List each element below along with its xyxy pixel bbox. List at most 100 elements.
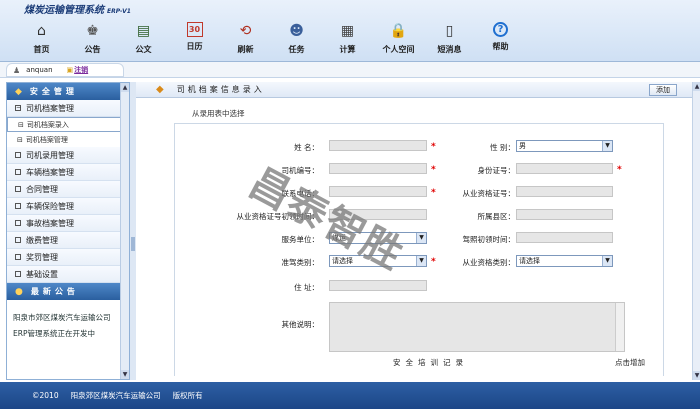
sidebar-scrollbar[interactable]: ▲ ▼ bbox=[120, 83, 129, 379]
scroll-up-icon[interactable]: ▲ bbox=[693, 82, 700, 91]
add-training-link[interactable]: 点击增加 bbox=[615, 357, 645, 368]
toolbar-phone-button[interactable]: ▯ 短消息 bbox=[424, 22, 475, 58]
user-tab: ♟ anquan ▣ 注销 bbox=[6, 63, 124, 77]
address-label: 住 址： bbox=[294, 283, 319, 292]
driver-form: 姓 名： * 性 别： 男 ▼ 司机编号： * 身份证号： * 联系电话： * 从… bbox=[174, 123, 664, 376]
sidebar-subitem-driver-manage[interactable]: ⊟ 司机档案管理 bbox=[7, 132, 129, 147]
license-first-label: 驾照初领时间： bbox=[462, 235, 516, 244]
expand-icon bbox=[15, 254, 21, 260]
name-input[interactable] bbox=[329, 140, 427, 151]
cert-first-input[interactable] bbox=[329, 209, 427, 220]
user-bar: ♟ anquan ▣ 注销 bbox=[0, 62, 700, 78]
address-input[interactable] bbox=[329, 280, 427, 291]
announcement-icon: ♚ bbox=[86, 23, 99, 39]
bell-icon: ● bbox=[15, 286, 23, 297]
scroll-down-icon[interactable]: ▼ bbox=[121, 370, 129, 379]
driver-no-label: 司机编号： bbox=[281, 166, 320, 175]
required-mark: * bbox=[431, 165, 436, 175]
toolbar-calculator-button[interactable]: ▦ 计算 bbox=[322, 22, 373, 58]
refresh-icon: ⟲ bbox=[239, 23, 252, 39]
toolbar-home-button[interactable]: ⌂ 首页 bbox=[16, 22, 67, 58]
sidebar-subitem-driver-entry[interactable]: ⊟ 司机档案录入 bbox=[7, 117, 129, 132]
cert-no-label: 从业资格证号： bbox=[462, 189, 516, 198]
toolbar-label: 计算 bbox=[339, 45, 356, 54]
toolbar-label: 帮助 bbox=[492, 42, 509, 51]
sidebar-item-accident[interactable]: 事故档案管理 bbox=[7, 215, 129, 232]
required-mark: * bbox=[431, 188, 436, 198]
license-type-select[interactable]: 请选择 ▼ bbox=[329, 255, 427, 267]
sidebar-item-contract[interactable]: 合同管理 bbox=[7, 181, 129, 198]
sidebar-item-settings[interactable]: 基础设置 bbox=[7, 266, 129, 283]
required-mark: * bbox=[431, 257, 436, 267]
cert-no-input[interactable] bbox=[516, 186, 613, 197]
calculator-icon: ▦ bbox=[340, 23, 355, 39]
id-no-input[interactable] bbox=[516, 163, 613, 174]
gender-select[interactable]: 男 ▼ bbox=[516, 140, 613, 152]
county-input[interactable] bbox=[516, 209, 613, 220]
toolbar-label: 刷新 bbox=[237, 45, 254, 54]
home-icon: ⌂ bbox=[37, 23, 46, 39]
page-title: 司机档案信息录入 bbox=[176, 85, 265, 94]
expand-icon bbox=[15, 152, 21, 158]
toolbar-lock-button[interactable]: 🔒 个人空间 bbox=[373, 22, 424, 58]
document-icon: ▤ bbox=[136, 23, 151, 39]
collapse-icon: − bbox=[15, 104, 22, 111]
required-mark: * bbox=[431, 142, 436, 152]
toolbar-announcement-button[interactable]: ♚ 公告 bbox=[67, 22, 118, 58]
user-name: anquan bbox=[26, 66, 53, 74]
expand-icon bbox=[15, 271, 21, 277]
chevron-down-icon: ▼ bbox=[602, 141, 612, 151]
sidebar-item-driver-hire[interactable]: 司机录用管理 bbox=[7, 147, 129, 164]
cert-type-select[interactable]: 请选择 ▼ bbox=[516, 255, 613, 267]
sidebar-item-vehicle-archive[interactable]: 车辆档案管理 bbox=[7, 164, 129, 181]
toolbar-task-button[interactable]: ☻ 任务 bbox=[271, 22, 322, 58]
phone-input[interactable] bbox=[329, 186, 427, 197]
license-first-input[interactable] bbox=[516, 232, 613, 243]
unit-label: 服务单位： bbox=[281, 235, 320, 244]
toolbar-label: 个人空间 bbox=[382, 45, 415, 54]
main-header: ◆ 司机档案信息录入 添加 bbox=[136, 82, 693, 98]
toolbar-label: 公告 bbox=[84, 45, 101, 54]
main-toolbar: ⌂ 首页 ♚ 公告 ▤ 公文 30 日历 ⟲ 刷新 ☻ 任务 ▦ 计算 🔒 个人空间 ▯ 短消息? 帮助 bbox=[16, 22, 526, 58]
main-panel: ◆ 司机档案信息录入 添加 从录用表中选择 姓 名： * 性 别： 男 ▼ 司机编… bbox=[136, 82, 700, 380]
main-scrollbar[interactable]: ▲ ▼ bbox=[692, 82, 700, 380]
logout-link[interactable]: 注销 bbox=[74, 65, 88, 75]
footer-copyright: ©2010 bbox=[32, 391, 59, 400]
unit-select[interactable]: 煤运 ▼ bbox=[329, 232, 427, 244]
folder-icon: ◆ bbox=[156, 84, 167, 95]
chevron-down-icon: ▼ bbox=[416, 233, 426, 243]
task-icon: ☻ bbox=[289, 23, 304, 39]
textarea-scrollbar[interactable] bbox=[615, 303, 624, 351]
toolbar-refresh-button[interactable]: ⟲ 刷新 bbox=[220, 22, 271, 58]
sidebar-item-reward[interactable]: 奖罚管理 bbox=[7, 249, 129, 266]
sidebar-header-safety: ◆ 安全管理 bbox=[7, 83, 129, 100]
expand-icon bbox=[15, 237, 21, 243]
notice-text: 阳泉市郊区煤炭汽车运输公司ERP管理系统正在开发中 bbox=[13, 313, 111, 338]
remarks-textarea[interactable] bbox=[329, 302, 625, 352]
phone-icon: ▯ bbox=[445, 23, 454, 39]
sidebar-item-vehicle-insurance[interactable]: 车辆保险管理 bbox=[7, 198, 129, 215]
add-button[interactable]: 添加 bbox=[649, 84, 677, 96]
app-header: 煤炭运输管理系统 ERP-V1 ⌂ 首页 ♚ 公告 ▤ 公文 30 日历 ⟲ 刷新 ☻ 任务 ▦ 计算 🔒 个人… bbox=[0, 0, 700, 62]
footer: ©2010 阳泉郊区煤炭汽车运输公司 版权所有 bbox=[0, 382, 700, 409]
sidebar-header-notice: ● 最新公告 bbox=[7, 283, 129, 300]
select-from-hire-link[interactable]: 从录用表中选择 bbox=[192, 108, 245, 119]
toolbar-document-button[interactable]: ▤ 公文 bbox=[118, 22, 169, 58]
lock-icon: 🔒 bbox=[389, 23, 408, 39]
driver-no-input[interactable] bbox=[329, 163, 427, 174]
training-section-title: 安全培训记录 bbox=[393, 358, 468, 367]
sidebar-item-driver-archive[interactable]: − 司机档案管理 bbox=[7, 100, 129, 117]
calendar-icon: 30 bbox=[186, 22, 203, 37]
scroll-up-icon[interactable]: ▲ bbox=[121, 83, 129, 92]
footer-rights: 版权所有 bbox=[172, 391, 203, 400]
chevron-down-icon: ▼ bbox=[416, 256, 426, 266]
license-type-label: 准驾类别： bbox=[281, 258, 320, 267]
toolbar-label: 日历 bbox=[186, 42, 203, 51]
expand-icon bbox=[15, 220, 21, 226]
scroll-down-icon[interactable]: ▼ bbox=[693, 371, 700, 380]
toolbar-help-button[interactable]: ? 帮助 bbox=[475, 22, 526, 58]
sidebar-item-payment[interactable]: 缴费管理 bbox=[7, 232, 129, 249]
folder-icon: ◆ bbox=[15, 86, 22, 97]
splitter-handle[interactable] bbox=[131, 237, 135, 251]
toolbar-calendar-button[interactable]: 30 日历 bbox=[169, 22, 220, 58]
